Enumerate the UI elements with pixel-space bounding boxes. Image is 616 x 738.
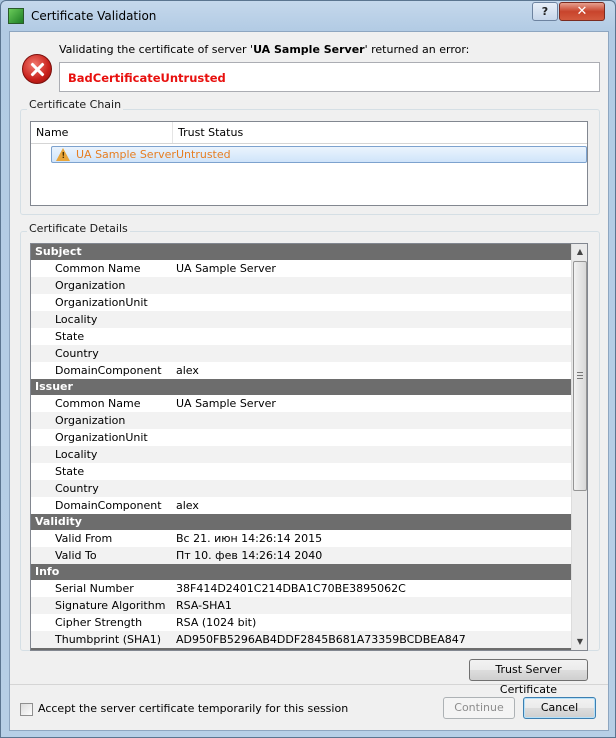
error-text-box: BadCertificateUntrusted: [59, 62, 600, 92]
certificate-details-label: Certificate Details: [27, 222, 130, 235]
chain-header: Name Trust Status: [31, 122, 587, 144]
details-row[interactable]: DomainComponent alex: [31, 497, 571, 514]
details-row-value: RSA-SHA1: [176, 599, 232, 612]
details-row-key: Valid To: [55, 549, 97, 562]
details-row[interactable]: Valid To Пт 10. фев 14:26:14 2040: [31, 547, 571, 564]
validation-message: Validating the certificate of server 'UA…: [59, 43, 469, 56]
certificate-chain-list[interactable]: Name Trust Status ! UA Sample Server Unt…: [30, 121, 588, 206]
details-row-key: Common Name: [55, 262, 141, 275]
title-bar: Certificate Validation ? ✕: [1, 1, 615, 31]
details-row[interactable]: Country: [31, 480, 571, 497]
details-row[interactable]: Common Name UA Sample Server: [31, 395, 571, 412]
certificate-validation-window: Certificate Validation ? ✕ Validating th…: [0, 0, 616, 738]
details-row[interactable]: Locality: [31, 311, 571, 328]
certificate-chain-label: Certificate Chain: [27, 98, 124, 111]
column-header-trust-status[interactable]: Trust Status: [173, 122, 248, 143]
scroll-up-arrow-icon[interactable]: ▲: [572, 244, 587, 260]
details-row-key: Country: [55, 482, 99, 495]
details-row-key: Locality: [55, 313, 98, 326]
help-button[interactable]: ?: [532, 2, 558, 21]
details-row-value: UA Sample Server: [176, 397, 276, 410]
details-row[interactable]: DomainComponent alex: [31, 362, 571, 379]
trust-server-certificate-button[interactable]: Trust Server Certificate: [469, 659, 588, 696]
details-row[interactable]: Thumbprint (SHA1) AD950FB5296AB4DDF2845B6…: [31, 631, 571, 648]
warning-icon: !: [56, 148, 70, 161]
close-button[interactable]: ✕: [559, 2, 605, 21]
details-row-key: Serial Number: [55, 582, 134, 595]
details-row-key: State: [55, 330, 85, 343]
chain-row[interactable]: ! UA Sample Server Untrusted: [51, 146, 587, 163]
details-row-key: Thumbprint (SHA1): [55, 633, 162, 646]
details-row-key: Country: [55, 347, 99, 360]
chain-row-name: UA Sample Server: [76, 148, 176, 161]
server-name: UA Sample Server: [253, 43, 365, 56]
accept-temporarily-label[interactable]: Accept the server certificate temporaril…: [38, 702, 348, 715]
details-rows: Subject Common Name UA Sample Server Organi…: [31, 244, 587, 650]
details-row[interactable]: Serial Number 38F414D2401C214DBA1C70BE389…: [31, 580, 571, 597]
column-header-name[interactable]: Name: [31, 122, 173, 143]
details-row[interactable]: State: [31, 328, 571, 345]
details-scrollbar[interactable]: ▲ ▼: [571, 244, 587, 650]
details-row[interactable]: Signature Algorithm RSA-SHA1: [31, 597, 571, 614]
message-prefix: Validating the certificate of server ': [59, 43, 254, 56]
error-icon: [22, 54, 52, 84]
details-row-value: 38F414D2401C214DBA1C70BE3895062C: [176, 582, 406, 595]
details-row-key: Organization: [55, 279, 126, 292]
details-row-key: State: [55, 465, 85, 478]
details-section-header: UA Extension: [31, 648, 571, 650]
details-row-key: OrganizationUnit: [55, 431, 148, 444]
details-row[interactable]: State: [31, 463, 571, 480]
details-row-value: Пт 10. фев 14:26:14 2040: [176, 549, 323, 562]
dialog-body: Validating the certificate of server 'UA…: [9, 31, 609, 731]
message-suffix: ' returned an error:: [364, 43, 470, 56]
details-section-header: Validity: [31, 514, 571, 530]
details-row[interactable]: OrganizationUnit: [31, 429, 571, 446]
separator: [10, 684, 608, 685]
details-row-value: RSA (1024 bit): [176, 616, 257, 629]
details-row-value: UA Sample Server: [176, 262, 276, 275]
details-section-header: Subject: [31, 244, 571, 260]
details-row-key: DomainComponent: [55, 499, 162, 512]
chain-row-status: Untrusted: [176, 148, 231, 161]
details-row-key: OrganizationUnit: [55, 296, 148, 309]
details-row[interactable]: Organization: [31, 277, 571, 294]
details-row-key: Signature Algorithm: [55, 599, 166, 612]
app-icon: [8, 8, 24, 24]
details-section-header: Info: [31, 564, 571, 580]
cancel-button[interactable]: Cancel: [523, 697, 596, 719]
details-row[interactable]: OrganizationUnit: [31, 294, 571, 311]
scroll-down-arrow-icon[interactable]: ▼: [572, 634, 587, 650]
details-row-key: DomainComponent: [55, 364, 162, 377]
scroll-thumb[interactable]: [573, 261, 587, 491]
details-row[interactable]: Valid From Вс 21. июн 14:26:14 2015: [31, 530, 571, 547]
details-row-value: alex: [176, 499, 199, 512]
details-row-value: AD950FB5296AB4DDF2845B681A73359BCDBEA847: [176, 633, 466, 646]
details-row[interactable]: Cipher Strength RSA (1024 bit): [31, 614, 571, 631]
details-row-value: alex: [176, 364, 199, 377]
details-row-key: Common Name: [55, 397, 141, 410]
details-section-header: Issuer: [31, 379, 571, 395]
certificate-details-list[interactable]: Subject Common Name UA Sample Server Organi…: [30, 243, 588, 651]
details-row[interactable]: Common Name UA Sample Server: [31, 260, 571, 277]
details-row[interactable]: Locality: [31, 446, 571, 463]
details-row[interactable]: Country: [31, 345, 571, 362]
details-row-key: Valid From: [55, 532, 113, 545]
continue-button[interactable]: Continue: [443, 697, 515, 719]
accept-temporarily-checkbox[interactable]: [20, 703, 33, 716]
window-title: Certificate Validation: [31, 9, 157, 23]
details-row-key: Cipher Strength: [55, 616, 143, 629]
details-row[interactable]: Organization: [31, 412, 571, 429]
details-row-key: Organization: [55, 414, 126, 427]
details-row-key: Locality: [55, 448, 98, 461]
details-row-value: Вс 21. июн 14:26:14 2015: [176, 532, 323, 545]
